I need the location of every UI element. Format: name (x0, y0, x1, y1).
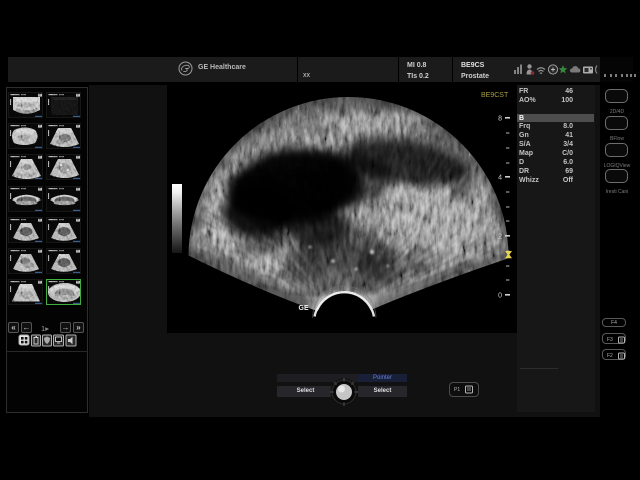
svg-text:8: 8 (498, 116, 502, 123)
svg-text:4: 4 (498, 175, 502, 182)
svg-text:0: 0 (498, 293, 502, 300)
svg-text:GE: GE (299, 305, 309, 312)
svg-text:BE9CST: BE9CST (481, 92, 509, 99)
svg-text:2: 2 (498, 234, 502, 241)
